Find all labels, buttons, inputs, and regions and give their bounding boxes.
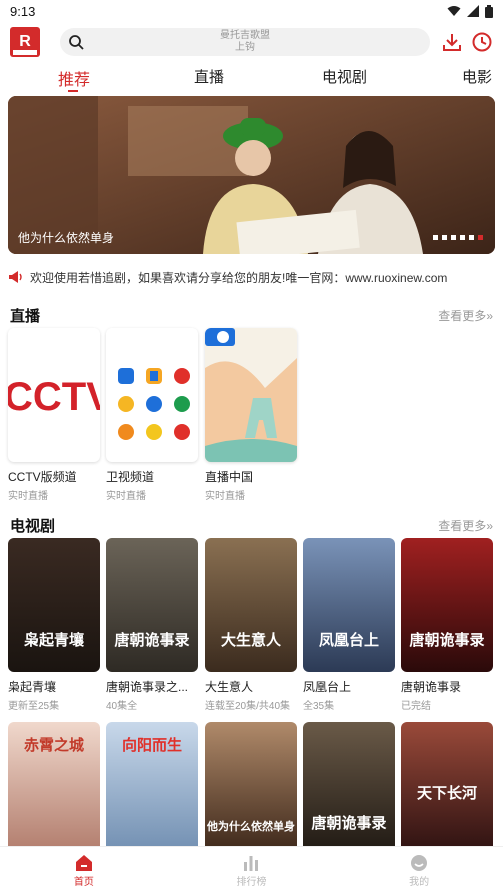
status-bar: 9:13 [0, 0, 503, 22]
tv-poster: 枭起青壤 [8, 538, 100, 672]
search-bar[interactable]: 曼托吉歌盟 上钩 [60, 28, 430, 56]
live-poster [205, 328, 297, 462]
card-subtitle: 实时直播 [106, 491, 146, 502]
pagination-dot[interactable] [469, 235, 474, 240]
live-poster: CCTV [8, 328, 100, 462]
bar-chart-icon [244, 856, 259, 871]
tv-poster: 赤霄之城 [8, 722, 100, 856]
card-subtitle: 全35集 [303, 701, 335, 712]
china-live-illustration [205, 328, 297, 462]
card-title: 大生意人 [205, 680, 254, 694]
card-subtitle: 40集全 [106, 701, 138, 712]
category-tabs: 推荐 直播 电视剧 电影 [0, 62, 503, 92]
tv-poster: 大生意人 [205, 538, 297, 672]
tv-card[interactable]: 枭起青壤 枭起青壤 更新至25集 [8, 538, 100, 712]
card-title: 凤凰台上 [303, 680, 352, 694]
svg-text:CCTV: CCTV [8, 375, 100, 419]
home-icon [75, 855, 92, 871]
status-time: 9:13 [10, 3, 36, 19]
tv-poster: 唐朝诡事录 [303, 722, 395, 856]
pagination-dot-active[interactable] [478, 235, 483, 240]
tv-poster: 唐朝诡事录 [401, 538, 493, 672]
nav-profile[interactable]: 我的 [369, 847, 469, 894]
chevron-right-icon: » [486, 519, 493, 533]
download-icon[interactable] [441, 31, 463, 53]
live-card[interactable]: 卫视频道 实时直播 [106, 328, 198, 502]
nav-ranking[interactable]: 排行榜 [201, 847, 301, 894]
card-subtitle: 已完结 [401, 701, 431, 712]
tv-card[interactable]: 凤凰台上 凤凰台上 全35集 [303, 538, 395, 712]
tv-poster: 唐朝诡事录 [106, 538, 198, 672]
app-header: R 曼托吉歌盟 上钩 [0, 24, 503, 60]
live-card[interactable]: 直播中国 实时直播 [205, 328, 297, 502]
notice-bar: 欢迎使用若惜追剧，如果喜欢请分享给您的朋友!唯一官网：www.ruoxinew.… [8, 268, 495, 286]
tab-recommend[interactable]: 推荐 [58, 66, 90, 90]
card-subtitle: 实时直播 [8, 491, 48, 502]
tv-card[interactable]: 唐朝诡事录 唐朝诡事录 已完结 [401, 538, 493, 712]
search-hint: 曼托吉歌盟 上钩 [220, 30, 270, 53]
tv-card[interactable]: 他为什么依然单身 [205, 722, 297, 856]
megaphone-icon [9, 271, 22, 283]
pagination-dot[interactable] [433, 235, 438, 240]
pagination-dot[interactable] [460, 235, 465, 240]
live-poster [106, 328, 198, 462]
more-link-live[interactable]: 查看更多» [438, 307, 493, 324]
notice-text: 欢迎使用若惜追剧，如果喜欢请分享给您的朋友!唯一官网：www.ruoxinew.… [30, 270, 448, 285]
cctv-logo: CCTV [8, 375, 100, 419]
tv-card[interactable]: 唐朝诡事录 [303, 722, 395, 856]
section-title-tv: 电视剧 [10, 518, 56, 535]
tv-poster: 向阳而生 [106, 722, 198, 856]
tab-indicator [68, 90, 78, 92]
satellite-channel-logos [118, 368, 190, 440]
wifi-icon [447, 6, 461, 16]
section-title-live: 直播 [10, 308, 41, 325]
pagination-dot[interactable] [451, 235, 456, 240]
tv-card[interactable]: 赤霄之城 [8, 722, 100, 856]
bottom-navigation: 首页 排行榜 我的 [0, 846, 503, 894]
tv-poster: 他为什么依然单身 [205, 722, 297, 856]
card-title: 枭起青壤 [8, 680, 57, 694]
card-subtitle: 实时直播 [205, 491, 245, 502]
banner-carousel[interactable]: 他为什么依然单身 [8, 96, 495, 254]
card-title: 卫视频道 [106, 470, 155, 484]
battery-icon [485, 4, 493, 18]
signal-icon [467, 5, 479, 17]
tv-poster: 凤凰台上 [303, 538, 395, 672]
nav-home[interactable]: 首页 [34, 847, 134, 894]
history-icon[interactable] [471, 31, 493, 53]
card-title: 唐朝诡事录之... [106, 680, 189, 694]
live-card[interactable]: CCTV CCTV版频道 实时直播 [8, 328, 100, 502]
card-subtitle: 更新至25集 [8, 701, 60, 712]
chevron-right-icon: » [486, 309, 493, 323]
pagination-dot[interactable] [442, 235, 447, 240]
tv-poster: 天下长河 [401, 722, 493, 856]
tv-card[interactable]: 天下长河 [401, 722, 493, 856]
tab-tv[interactable]: 电视剧 [322, 66, 367, 87]
tv-card[interactable]: 大生意人 大生意人 连载至20集/共40集 [205, 538, 297, 712]
more-link-tv[interactable]: 查看更多» [438, 517, 493, 534]
tab-movie[interactable]: 电影 [462, 66, 492, 87]
banner-pagination [433, 235, 483, 240]
card-subtitle: 连载至20集/共40集 [205, 701, 291, 712]
banner-caption: 他为什么依然单身 [18, 231, 115, 245]
app-logo[interactable]: R [10, 27, 40, 57]
smiley-icon [411, 855, 428, 871]
tab-live[interactable]: 直播 [194, 66, 224, 87]
card-title: CCTV版频道 [8, 470, 77, 484]
tv-card[interactable]: 唐朝诡事录 唐朝诡事录之... 40集全 [106, 538, 198, 712]
card-title: 唐朝诡事录 [401, 680, 462, 694]
card-title: 直播中国 [205, 470, 254, 484]
tv-card[interactable]: 向阳而生 [106, 722, 198, 856]
